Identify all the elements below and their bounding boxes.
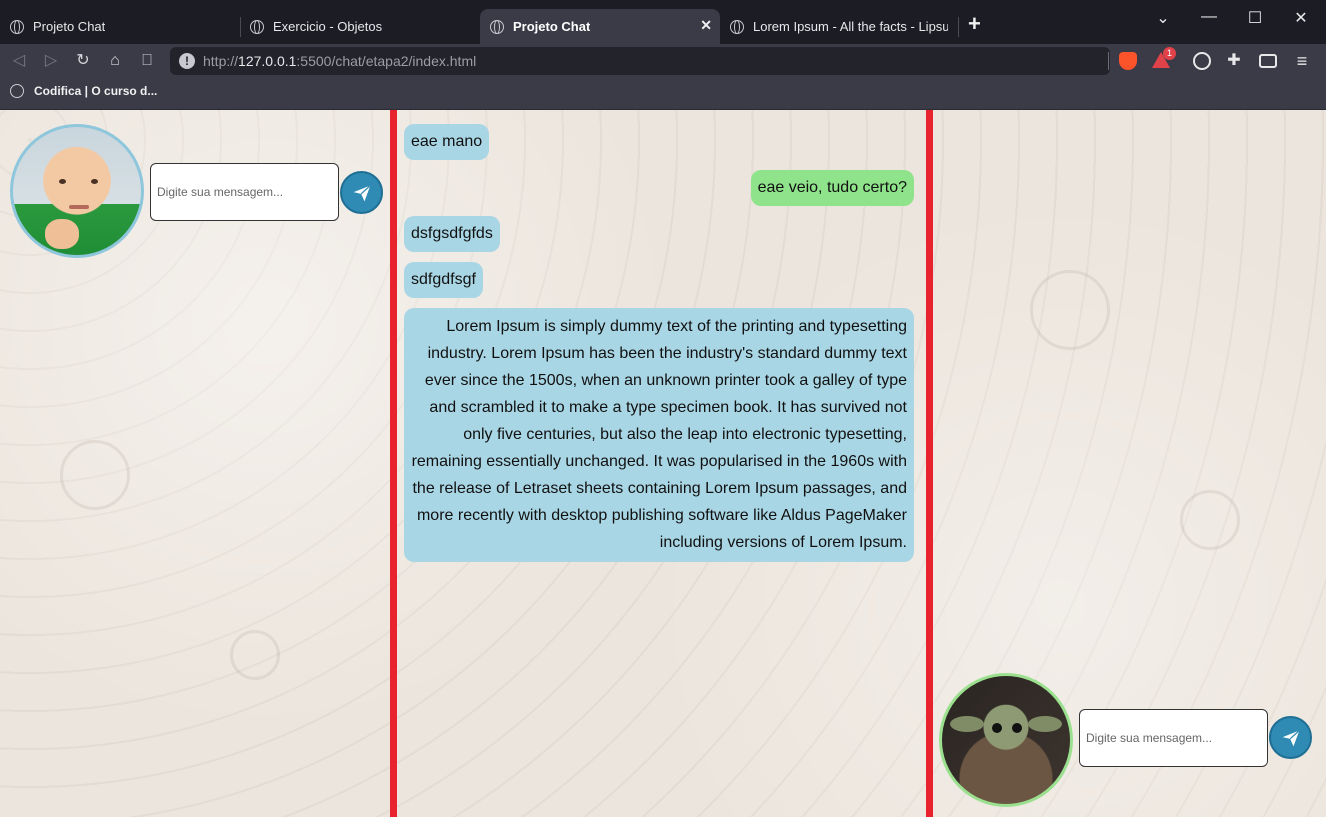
rewards-icon[interactable]: 1: [1152, 47, 1176, 70]
globe-icon: [10, 84, 24, 98]
tab-title: Projeto Chat: [33, 19, 106, 34]
globe-icon: [250, 19, 264, 34]
tab-exercicio-objetos[interactable]: Exercicio - Objetos: [240, 9, 480, 44]
menu-icon[interactable]: ≡: [1293, 52, 1311, 70]
avatar-fist: [45, 219, 79, 249]
send-icon: [353, 184, 371, 201]
message-bubble-received: eae mano: [404, 124, 490, 160]
tab-title: Lorem Ipsum - All the facts - Lipsum g: [753, 19, 948, 34]
avatar-eye: [1012, 723, 1022, 733]
back-icon[interactable]: ◁: [8, 50, 30, 72]
url-text[interactable]: http://127.0.0.1:5500/chat/etapa2/index.…: [203, 53, 476, 69]
globe-icon: [490, 19, 504, 34]
send-icon: [1282, 729, 1300, 746]
avatar-user-a: [10, 124, 144, 258]
url-host: 127.0.0.1: [238, 53, 297, 69]
globe-icon: [10, 19, 24, 34]
url-path: :5500/chat/etapa2/index.html: [296, 53, 477, 69]
minimize-button[interactable]: —: [1194, 8, 1224, 26]
tab-title: Projeto Chat: [513, 19, 591, 34]
address-bar[interactable]: ! http://127.0.0.1:5500/chat/etapa2/inde…: [170, 47, 1110, 75]
background-doodle: [1030, 270, 1110, 350]
maximize-button[interactable]: ☐: [1240, 8, 1270, 28]
close-window-button[interactable]: ✕: [1286, 8, 1316, 28]
forward-icon[interactable]: ▷: [40, 50, 62, 72]
send-button-user-b[interactable]: [1269, 716, 1312, 759]
message-bubble-sent: eae veio, tudo certo?: [750, 170, 914, 206]
message-input-user-b[interactable]: [1079, 709, 1268, 767]
bookmark-codifica[interactable]: Codifica | O curso d...: [10, 84, 157, 98]
chat-column: eae mano eae veio, tudo certo? dsfgsdfgf…: [390, 110, 933, 817]
send-button-user-a[interactable]: [340, 171, 383, 214]
message-bubble-received: dsfgsdfgfds: [404, 216, 500, 252]
lens-icon[interactable]: [1193, 52, 1211, 70]
tab-projeto-chat-1[interactable]: Projeto Chat: [0, 9, 240, 44]
message-bubble-received: Lorem Ipsum is simply dummy text of the …: [404, 308, 914, 562]
tab-divider: [958, 17, 959, 37]
new-tab-button[interactable]: +: [968, 13, 981, 35]
url-scheme: http://: [203, 53, 239, 69]
globe-icon: [730, 19, 744, 34]
avatar-user-b: [939, 673, 1073, 807]
home-icon[interactable]: ⌂: [104, 50, 126, 72]
background-doodle: [1180, 490, 1240, 550]
extensions-icon[interactable]: ✚: [1225, 52, 1243, 70]
divider: [1108, 52, 1109, 70]
close-tab-icon[interactable]: ✕: [700, 17, 712, 34]
tab-lorem-ipsum[interactable]: Lorem Ipsum - All the facts - Lipsum g: [720, 9, 958, 44]
tab-strip: Projeto Chat Exercicio - Objetos Projeto…: [0, 0, 1326, 44]
bookmarks-bar: Codifica | O curso d...: [0, 78, 1326, 110]
message-bubble-received: sdfgdfsgf: [404, 262, 483, 298]
avatar-eye: [992, 723, 1002, 733]
info-icon[interactable]: !: [179, 53, 195, 69]
tab-search-dropdown-icon[interactable]: ⌄: [1148, 8, 1178, 28]
toolbar: ◁ ▷ ↻ ⌂ ⎕ ! http://127.0.0.1:5500/chat/e…: [0, 44, 1326, 78]
wallet-icon[interactable]: [1259, 54, 1277, 68]
brave-icon[interactable]: [1119, 52, 1137, 70]
reload-icon[interactable]: ↻: [72, 50, 94, 72]
avatar-eye: [59, 179, 66, 184]
tab-projeto-chat-active[interactable]: Projeto Chat ✕: [480, 9, 720, 44]
background-doodle: [230, 630, 280, 680]
avatar-eye: [91, 179, 98, 184]
rewards-badge: 1: [1163, 47, 1176, 60]
avatar-ear: [1028, 716, 1062, 732]
bookmark-icon[interactable]: ⎕: [136, 50, 158, 72]
bookmark-label: Codifica | O curso d...: [34, 84, 158, 98]
background-doodle: [60, 440, 130, 510]
message-input-user-a[interactable]: [150, 163, 339, 221]
avatar-mouth: [69, 205, 89, 209]
tab-title: Exercicio - Objetos: [273, 19, 383, 34]
page-viewport: eae mano eae veio, tudo certo? dsfgsdfgf…: [0, 110, 1326, 817]
avatar-ear: [950, 716, 984, 732]
